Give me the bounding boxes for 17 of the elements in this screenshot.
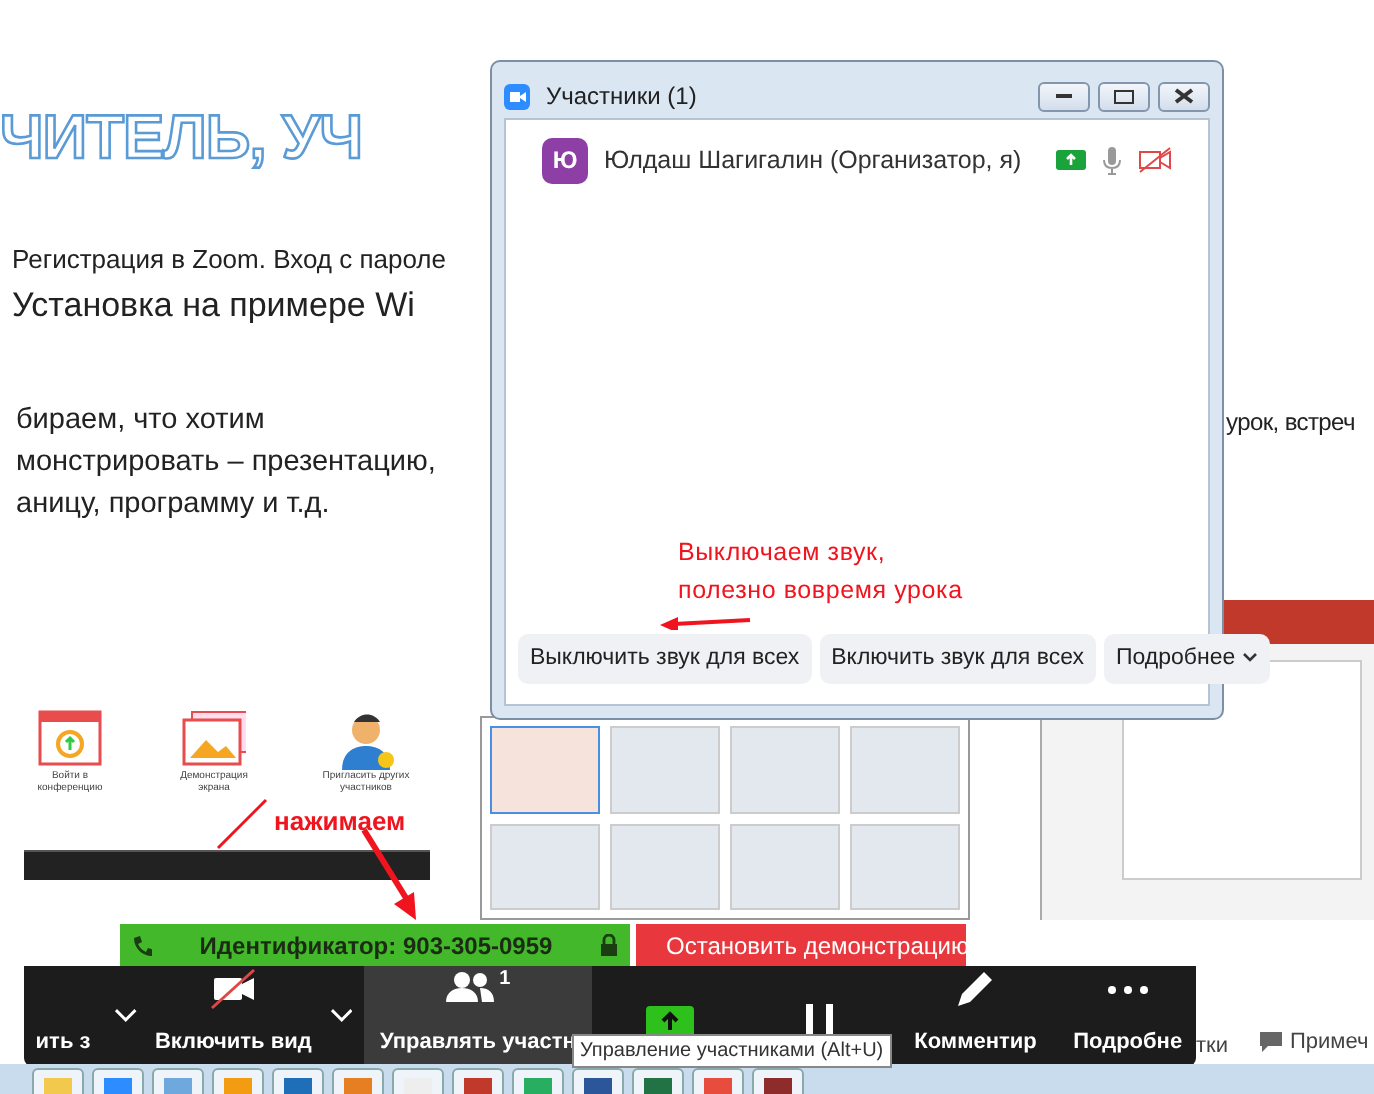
slide-text: Регистрация в Zoom. Вход с пароле xyxy=(12,242,446,278)
status-text: Примеч xyxy=(1290,1028,1369,1058)
slide-title: ЧИТЕЛЬ, УЧ xyxy=(0,100,362,176)
slide-text: бираем, что хотим xyxy=(16,402,265,440)
participant-count: 1 xyxy=(499,966,511,994)
meeting-id: Идентификатор: 903-305-0959 xyxy=(199,929,553,963)
annotation-text: Выключаем звук, полезно вовремя урока xyxy=(678,535,965,608)
window-title: Участники (1) xyxy=(546,80,697,114)
status-text: тки xyxy=(1196,1032,1228,1062)
avatar: Ю xyxy=(542,137,588,183)
tooltip: Управление участниками (Alt+U) xyxy=(572,1034,892,1068)
slide-text: монстрировать – презентацию, xyxy=(16,444,436,482)
participant-name: Юлдаш Шагигалин (Организатор, я) xyxy=(604,143,1022,178)
annotation-text: нажимаем xyxy=(274,804,406,840)
slide-text: урок, встреч xyxy=(1226,406,1355,440)
slide-text: аницу, программу и т.д. xyxy=(16,486,330,524)
slide-subtitle: Установка на примере Wi xyxy=(12,284,415,328)
